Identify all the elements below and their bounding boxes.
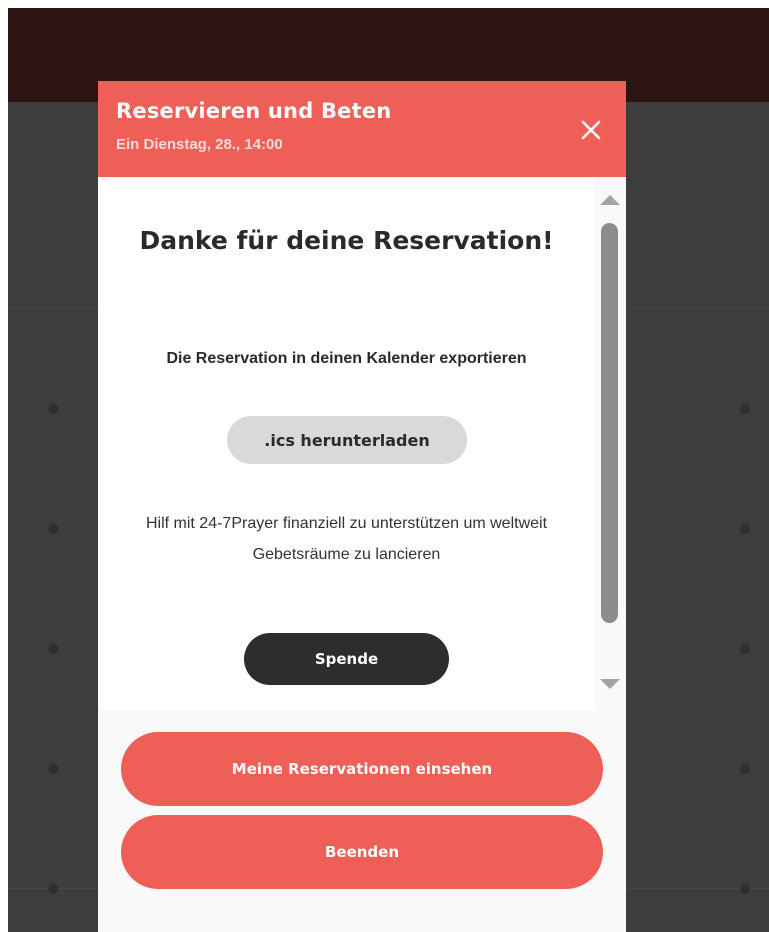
background-dot [740,884,750,894]
background-dot [48,764,58,774]
background-dot [740,644,750,654]
modal-scroll-area[interactable]: Danke für deine Reservation! Die Reserva… [98,177,626,710]
thank-you-heading: Danke für deine Reservation! [139,226,554,255]
reservation-modal: Reservieren und Beten Ein Dienstag, 28.,… [98,81,626,932]
donate-button[interactable]: Spende [244,633,449,685]
scrollbar-thumb[interactable] [601,223,618,623]
background-dot [740,764,750,774]
modal-subtitle: Ein Dienstag, 28., 14:00 [116,136,283,153]
close-button[interactable] [576,115,606,145]
background-dot [48,404,58,414]
ics-download-button[interactable]: .ics herunterladen [227,416,467,464]
support-text: Hilf mit 24-7Prayer finanziell zu unters… [145,515,548,563]
background-dot [48,524,58,534]
close-icon [581,120,601,140]
background-dot [740,404,750,414]
calendar-export-label: Die Reservation in deinen Kalender expor… [166,350,527,367]
modal-content: Danke für deine Reservation! Die Reserva… [98,177,595,710]
scrollbar[interactable] [597,177,624,710]
modal-title: Reservieren und Beten [116,99,392,123]
background-dot [48,884,58,894]
scroll-up-arrow-icon[interactable] [600,195,620,205]
background-dot [48,644,58,654]
finish-button[interactable]: Beenden [121,815,603,889]
background-dot [740,524,750,534]
view-reservations-button[interactable]: Meine Reservationen einsehen [121,732,603,806]
modal-header: Reservieren und Beten Ein Dienstag, 28.,… [98,81,626,177]
modal-footer: Meine Reservationen einsehen Beenden [98,710,626,932]
scroll-down-arrow-icon[interactable] [600,679,620,689]
